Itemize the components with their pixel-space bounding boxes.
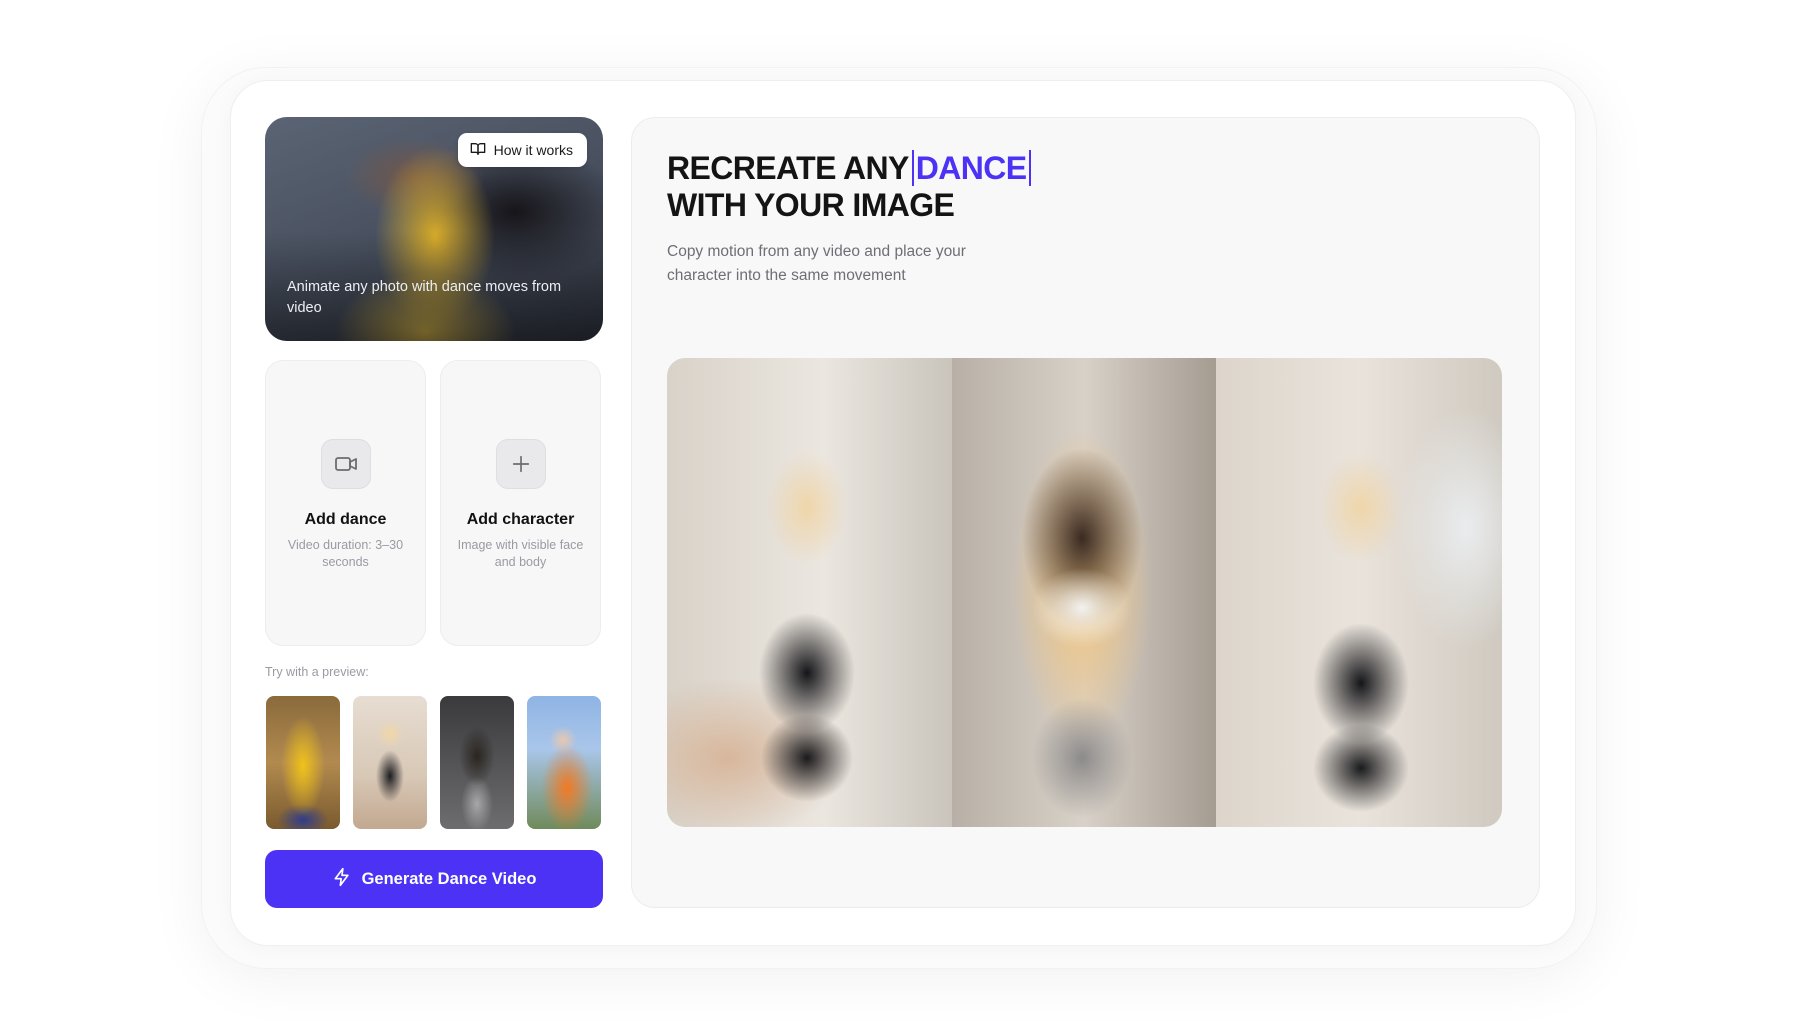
generate-button-label: Generate Dance Video [361, 869, 537, 888]
preview-thumbnail-3[interactable] [440, 696, 514, 829]
add-character-title: Add character [466, 511, 575, 528]
page-title: RECREATE ANY DANCE WITH YOUR IMAGE [667, 150, 1031, 224]
hero-banner: How it works Animate any photo with danc… [265, 117, 603, 341]
try-preview-label: Try with a preview: [265, 665, 369, 679]
example-preview-image [667, 358, 1502, 827]
headline-line-1: RECREATE ANY DANCE [667, 150, 1031, 187]
headline-line-2: WITH YOUR IMAGE [667, 187, 955, 223]
preview-thumbnail-1[interactable] [266, 696, 340, 829]
hero-caption: Animate any photo with dance moves from … [287, 279, 562, 316]
add-dance-subtitle: Video duration: 3–30 seconds [287, 538, 404, 569]
lightning-icon [332, 867, 352, 892]
preview-frame-dance [952, 358, 1216, 827]
headline-accent: DANCE [911, 150, 1031, 186]
preview-frame-result [1216, 358, 1502, 827]
add-character-dropzone[interactable]: Add character Image with visible face an… [440, 360, 601, 646]
generate-dance-video-button[interactable]: Generate Dance Video [265, 850, 603, 908]
video-camera-icon [320, 439, 371, 489]
preview-thumbnail-2[interactable] [353, 696, 427, 829]
page-subtitle: Copy motion from any video and place you… [667, 243, 966, 284]
preview-thumbnails [266, 696, 601, 829]
add-dance-dropzone[interactable]: Add dance Video duration: 3–30 seconds [265, 360, 426, 646]
how-it-works-label: How it works [493, 142, 573, 158]
plus-icon [495, 439, 546, 489]
book-icon [470, 141, 486, 160]
add-character-subtitle: Image with visible face and body [457, 538, 584, 569]
how-it-works-button[interactable]: How it works [457, 133, 587, 167]
preview-frame-character [667, 358, 952, 827]
add-dance-title: Add dance [304, 511, 387, 528]
headline-prefix: RECREATE ANY [667, 150, 909, 186]
preview-thumbnail-4[interactable] [527, 696, 601, 829]
